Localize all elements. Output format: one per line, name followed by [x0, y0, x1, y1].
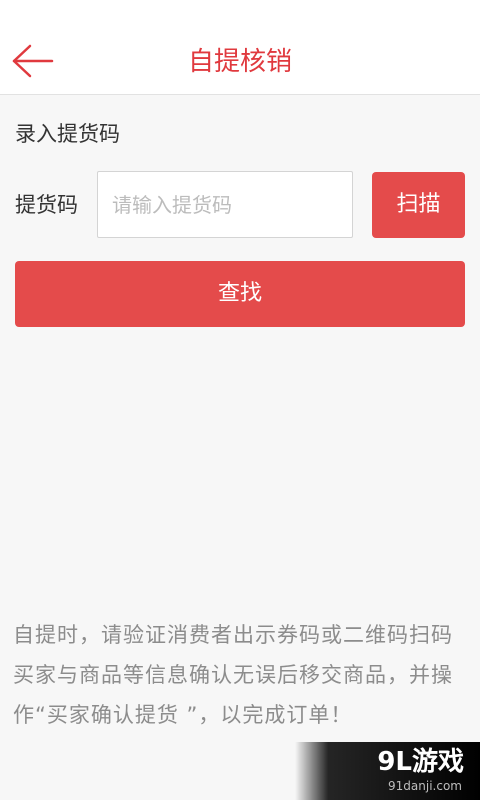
pickup-code-input[interactable] — [97, 171, 353, 238]
pickup-instructions: 自提时，请验证消费者出示券码或二维码扫码买家与商品等信息确认无误后移交商品，并操… — [13, 623, 453, 727]
scan-button[interactable]: 扫描 — [372, 172, 465, 238]
watermark-url: 91danji.com — [388, 779, 462, 793]
top-bar: 自提核销 — [0, 0, 480, 95]
section-label-enter-code: 录入提货码 — [15, 122, 120, 146]
search-button[interactable]: 查找 — [15, 261, 465, 327]
watermark-logo: 9L游戏 — [377, 747, 464, 777]
pickup-code-label: 提货码 — [15, 193, 78, 217]
page-title: 自提核销 — [187, 47, 292, 77]
watermark: 9L游戏 91danji.com — [295, 742, 480, 800]
